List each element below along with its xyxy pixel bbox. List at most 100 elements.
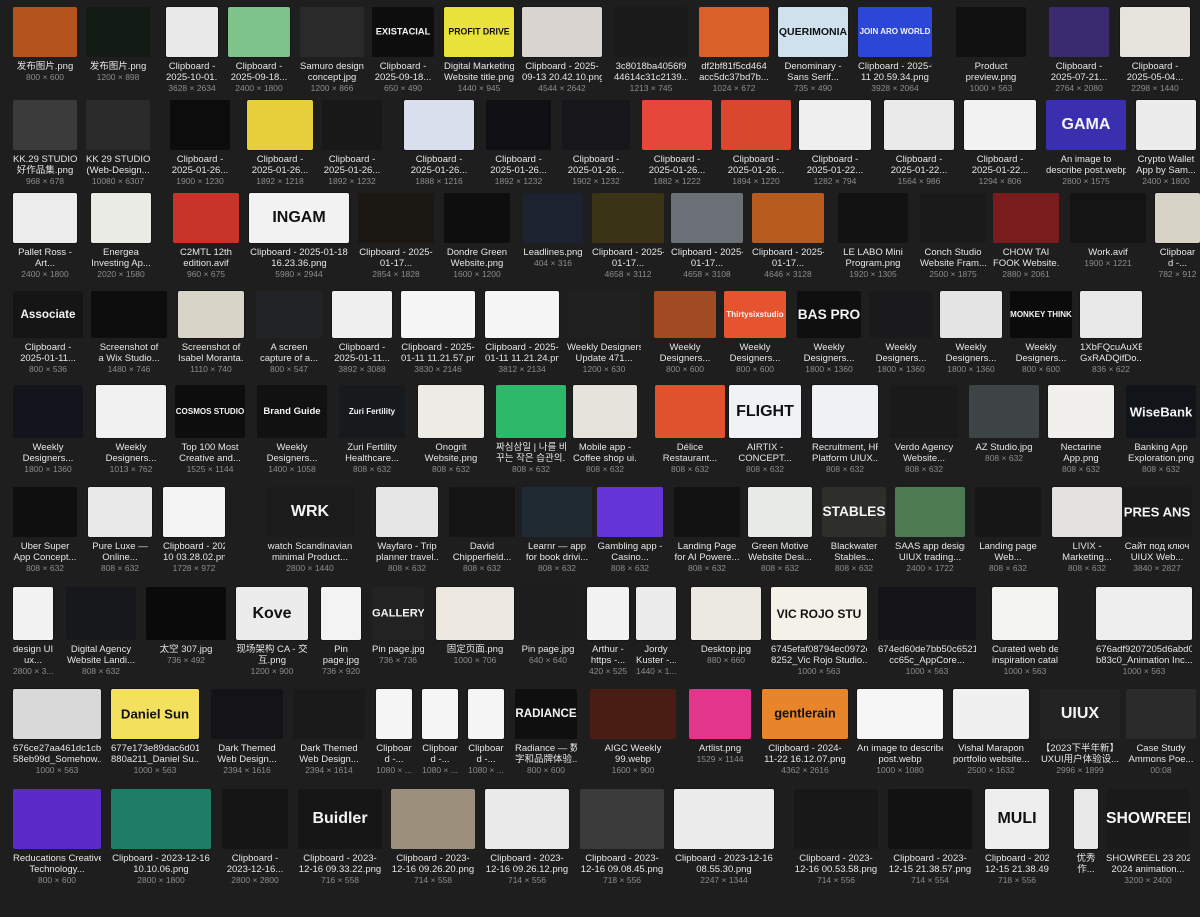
file-thumbnail[interactable]: [1126, 689, 1196, 739]
file-thumbnail[interactable]: BAS PRO: [797, 291, 861, 338]
file-tile-clipboard-2025-01-11-11-21-24-png[interactable]: Clipboard - 2025- 01-11 11.21.24.png 3812 …: [485, 291, 559, 374]
file-tile-clipboard-2025-01-26[interactable]: Clipboard -2025-01-26... 1902 × 1232: [562, 100, 630, 186]
file-tile-digital-agency-website-landi[interactable]: Digital Agency Website Landi... 808 × 632: [66, 587, 136, 676]
file-tile-weekly-designers[interactable]: Brand Guide Weekly Designers... 1400 × 1058: [257, 385, 327, 474]
file-tile-weekly-designers[interactable]: Thirtysixstudio Weekly Designers... 800 × 6…: [724, 291, 786, 374]
file-tile-az-studio-jpg[interactable]: AZ Studio.jpg 808 × 632: [969, 385, 1039, 472]
file-thumbnail[interactable]: MULI: [985, 789, 1049, 849]
file-thumbnail[interactable]: [146, 587, 226, 640]
file-tile-onogrit-website-png[interactable]: Onogrit Website.png 808 × 632: [418, 385, 484, 474]
file-thumbnail[interactable]: [699, 7, 769, 57]
file-thumbnail[interactable]: INGAM: [249, 193, 349, 243]
file-thumbnail[interactable]: [163, 487, 225, 537]
file-tile-work-avif[interactable]: Work.avif 1900 × 1221: [1070, 193, 1146, 277]
file-tile-3c8018ba4056f9-44614c31c2139[interactable]: 3c8018ba4056f9 44614c31c2139... 1213 × 745: [614, 7, 688, 93]
file-tile-clipboard-2025-09-18[interactable]: EXISTACIAL Clipboard -2025-09-18... 650 × …: [372, 7, 434, 93]
file-tile-file[interactable]: 优秀 作...: [1074, 789, 1098, 883]
file-tile-674ed60de7bb50c6521-cc65c-appcore[interactable]: 674ed60de7bb50c6521 cc65c_AppCore... 1000 …: [878, 587, 976, 676]
file-thumbnail[interactable]: GALLERY: [372, 587, 424, 640]
file-thumbnail[interactable]: [592, 193, 664, 243]
file-tile-clipboard-2025-01-26[interactable]: Clipboard -2025-01-26... 1892 × 1232: [486, 100, 551, 186]
file-thumbnail[interactable]: [522, 487, 592, 537]
file-tile-radiance[interactable]: RADIANCE Radiance — 数字和品牌体验... 800 × 600: [515, 689, 577, 775]
file-tile-leadlines-png[interactable]: Leadlines.png 404 × 316: [523, 193, 583, 277]
file-thumbnail[interactable]: [721, 100, 791, 150]
file-thumbnail[interactable]: [96, 385, 166, 438]
file-thumbnail[interactable]: [1070, 193, 1146, 243]
file-thumbnail[interactable]: [671, 193, 743, 243]
file-tile-artlist-png[interactable]: Artlist.png 1529 × 1144: [689, 689, 751, 773]
file-thumbnail[interactable]: [13, 789, 101, 849]
file-tile-samuro-design-concept-jpg[interactable]: Samuro design concept.jpg 1200 × 866: [300, 7, 364, 93]
file-thumbnail[interactable]: [322, 100, 382, 150]
file-tile-png[interactable]: 固定页面.png 1000 × 706: [436, 587, 514, 674]
file-thumbnail[interactable]: [401, 291, 475, 338]
file-thumbnail[interactable]: [857, 689, 943, 739]
file-tile-clipboard-2024-11-22-16-12-07-png[interactable]: gentlerain Clipboard - 2024- 11-22 16.12.0…: [762, 689, 848, 775]
file-tile-clipboard-2025-09-13-20-42-10-png[interactable]: Clipboard - 2025- 09-13 20.42.10.png 4544 …: [522, 7, 602, 93]
file-thumbnail[interactable]: [1080, 291, 1142, 338]
file-thumbnail[interactable]: [422, 689, 458, 739]
file-thumbnail[interactable]: [449, 487, 515, 537]
file-tile-nectarine-app-png[interactable]: Nectarine App.png 808 × 632: [1048, 385, 1114, 474]
file-tile-vishal-marapon-portfolio-website[interactable]: Vishal Marapon portfolio website... 2500 ×…: [953, 689, 1029, 775]
file-tile-weekly-designers[interactable]: Weekly Designers... 1800 × 1360: [869, 291, 933, 374]
file-tile-energea-investing-ap[interactable]: Energea Investing Ap... 2020 × 1580: [91, 193, 151, 279]
file-tile-clipboard-2025-01-22[interactable]: Clipboard -2025-01-22... 1564 × 986: [884, 100, 954, 186]
file-tile-clipboard-2025-01-11-11-21-57-png[interactable]: Clipboard - 2025- 01-11 11.21.57.png 3830 …: [401, 291, 475, 374]
file-tile-clipboard-2023-12-16-09-08-45-png[interactable]: Clipboard - 2023- 12-16 09.08.45.png 718 ×…: [580, 789, 664, 885]
file-thumbnail[interactable]: [222, 789, 288, 849]
file-tile-gambling-app-casino[interactable]: Gambling app - Casino... 808 × 632: [597, 487, 663, 573]
file-thumbnail[interactable]: [444, 193, 510, 243]
file-tile-wayfaro-trip-planner-travel[interactable]: Wayfaro - Trip planner travel... 808 × 632: [376, 487, 438, 573]
file-thumbnail[interactable]: [247, 100, 313, 150]
file-tile-clipboar-d[interactable]: Clipboar d -... 1080 × ...: [468, 689, 504, 775]
file-thumbnail[interactable]: gentlerain: [762, 689, 848, 739]
file-tile-clipboard-2025-07-21[interactable]: Clipboard -2025-07-21... 2764 × 2080: [1049, 7, 1109, 93]
file-thumbnail[interactable]: [1074, 789, 1098, 849]
file-tile-kk-29-studio-web-design[interactable]: KK 29 STUDIO (Web-Design... 10080 × 6307: [86, 100, 150, 186]
file-thumbnail[interactable]: [674, 789, 774, 849]
file-tile-showreel-23-2023-2024-animation[interactable]: SHOWREEL SHOWREEL 23 2023 2024 animation..…: [1106, 789, 1190, 885]
file-thumbnail[interactable]: [376, 689, 412, 739]
file-thumbnail[interactable]: [654, 291, 716, 338]
file-tile-le-labo-mini-program-png[interactable]: LE LABO Mini Program.png 1920 × 1305: [838, 193, 908, 279]
file-thumbnail[interactable]: [66, 587, 136, 640]
file-tile-clipboard-2025-01-17[interactable]: Clipboard - 2025- 01-17... 2854 × 1828: [358, 193, 434, 279]
file-tile-uiux-web[interactable]: PRES ANS Сайт под ключ UIUX Web... 3840 × 2…: [1122, 487, 1192, 573]
file-tile-1xbfqcuauxb-gxradqifdo[interactable]: 1XbFQcuAuXB GxRADQifDo... 836 × 622: [1080, 291, 1142, 374]
file-thumbnail[interactable]: [992, 587, 1058, 640]
file-thumbnail[interactable]: WRK: [266, 487, 354, 537]
file-tile-dark-themed-web-design[interactable]: Dark Themed Web Design... 2394 × 1614: [293, 689, 365, 775]
file-thumbnail[interactable]: [521, 587, 575, 640]
file-thumbnail[interactable]: [293, 689, 365, 739]
file-tile-clipboar-d[interactable]: Clipboar d -... 782 × 912: [1155, 193, 1200, 279]
file-thumbnail[interactable]: [838, 193, 908, 243]
file-thumbnail[interactable]: [13, 7, 77, 57]
file-thumbnail[interactable]: Buidler: [298, 789, 382, 849]
file-thumbnail[interactable]: [975, 487, 1041, 537]
file-thumbnail[interactable]: Zuri Fertility: [339, 385, 405, 438]
file-tile-ca-png[interactable]: Kove 现场架构 CA - 交互.png 1200 × 900: [236, 587, 308, 676]
file-tile-case-study-ammons-poe[interactable]: Case Study Ammons Poe... 00:08: [1126, 689, 1196, 775]
file-tile-307-jpg[interactable]: 太空 307.jpg 736 × 492: [146, 587, 226, 674]
file-tile-clipboard-2025-01-10-03-28-02-png[interactable]: Clipboard - 2025-01-10 03.28.02.png1728 …: [163, 487, 225, 573]
file-thumbnail[interactable]: QUERIMONIA: [778, 7, 848, 57]
file-thumbnail[interactable]: [953, 689, 1029, 739]
file-tile-mobile-app-coffee-shop-ui[interactable]: Mobile app - Coffee shop ui... 808 × 632: [573, 385, 637, 474]
file-tile-clipboard-2025-09-11-20-59-34-png[interactable]: JOIN ARO WORLD Clipboard - 2025-09-11 20.…: [858, 7, 932, 93]
file-tile-2023-uxui[interactable]: UIUX 【2023下半年新】 UXUI用户体验设... 2996 × 1899: [1040, 689, 1120, 775]
file-tile-clipboard-2025-01-11[interactable]: Clipboard -2025-01-11... 3892 × 3088: [332, 291, 392, 374]
file-tile-png[interactable]: 发布图片.png 1200 × 898: [86, 7, 150, 91]
file-tile-png[interactable]: 发布图片.png 800 × 600: [13, 7, 77, 91]
file-tile-clipboard-2023-12-16-09-26-20-png[interactable]: Clipboard - 2023- 12-16 09.26.20.png 714 ×…: [391, 789, 475, 885]
file-thumbnail[interactable]: [91, 193, 151, 243]
file-tile-an-image-to-describe-post-webp[interactable]: GAMA An image to describe post.webp 2800 × …: [1046, 100, 1126, 186]
file-thumbnail[interactable]: [468, 689, 504, 739]
file-tile-clipboard-2025-01-17[interactable]: Clipboard - 2025- 01-17... 4646 × 3128: [752, 193, 824, 279]
file-thumbnail[interactable]: MONKEY THINK: [1010, 291, 1072, 338]
file-tile-verdo-agency-website[interactable]: Verdo Agency Website... 808 × 632: [890, 385, 958, 474]
file-tile-conch-studio-website-fram[interactable]: Conch Studio Website Fram... 2500 × 1875: [920, 193, 986, 279]
file-thumbnail[interactable]: [940, 291, 1002, 338]
file-tile-weekly-designers[interactable]: Weekly Designers... 1800 × 1360: [940, 291, 1002, 374]
